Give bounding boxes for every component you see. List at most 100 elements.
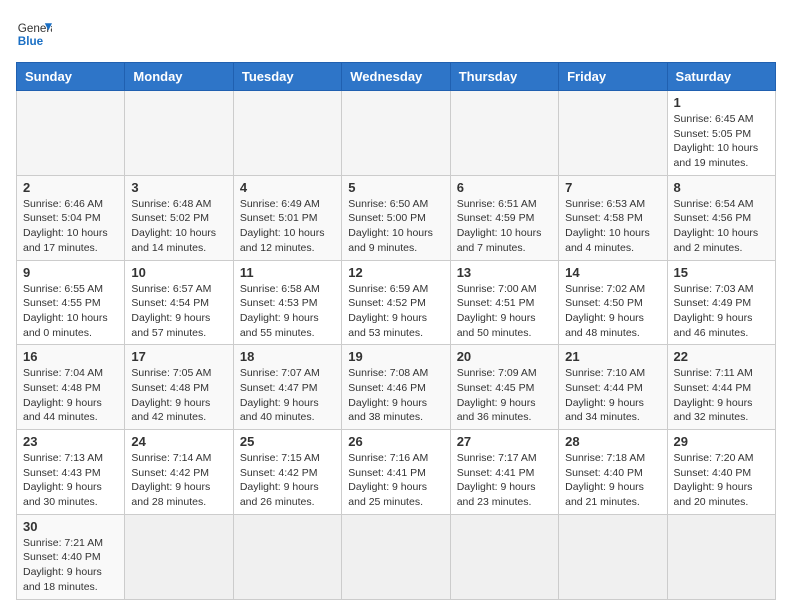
day-info: Sunrise: 6:48 AM Sunset: 5:02 PM Dayligh… [131,197,226,256]
week-row-4: 16Sunrise: 7:04 AM Sunset: 4:48 PM Dayli… [17,345,776,430]
day-cell: 20Sunrise: 7:09 AM Sunset: 4:45 PM Dayli… [450,345,558,430]
day-info: Sunrise: 7:08 AM Sunset: 4:46 PM Dayligh… [348,366,443,425]
day-number: 19 [348,349,443,364]
day-number: 16 [23,349,118,364]
day-number: 2 [23,180,118,195]
day-cell: 2 Sunrise: 6:46 AM Sunset: 5:04 PM Daylig… [17,175,125,260]
day-cell: 7Sunrise: 6:53 AM Sunset: 4:58 PM Daylig… [559,175,667,260]
day-number: 24 [131,434,226,449]
day-cell [125,91,233,176]
day-number: 14 [565,265,660,280]
day-info: Sunrise: 6:46 AM Sunset: 5:04 PM Dayligh… [23,197,118,256]
day-number: 21 [565,349,660,364]
day-cell: 6Sunrise: 6:51 AM Sunset: 4:59 PM Daylig… [450,175,558,260]
day-cell: 1Sunrise: 6:45 AM Sunset: 5:05 PM Daylig… [667,91,775,176]
day-cell: 3 Sunrise: 6:48 AM Sunset: 5:02 PM Daylig… [125,175,233,260]
week-row-5: 23 Sunrise: 7:13 AM Sunset: 4:43 PM Dayli… [17,430,776,515]
day-cell [342,91,450,176]
day-cell [559,91,667,176]
day-cell: 18 Sunrise: 7:07 AM Sunset: 4:47 PM Dayli… [233,345,341,430]
day-number: 28 [565,434,660,449]
day-cell: 12Sunrise: 6:59 AM Sunset: 4:52 PM Dayli… [342,260,450,345]
day-cell [450,91,558,176]
day-info: Sunrise: 7:20 AM Sunset: 4:40 PM Dayligh… [674,451,769,510]
day-number: 29 [674,434,769,449]
day-number: 9 [23,265,118,280]
day-cell: 11 Sunrise: 6:58 AM Sunset: 4:53 PM Dayli… [233,260,341,345]
calendar-table: SundayMondayTuesdayWednesdayThursdayFrid… [16,62,776,600]
day-info: Sunrise: 7:00 AM Sunset: 4:51 PM Dayligh… [457,282,552,341]
day-cell: 15Sunrise: 7:03 AM Sunset: 4:49 PM Dayli… [667,260,775,345]
day-info: Sunrise: 7:16 AM Sunset: 4:41 PM Dayligh… [348,451,443,510]
weekday-header-saturday: Saturday [667,63,775,91]
day-cell: 17 Sunrise: 7:05 AM Sunset: 4:48 PM Dayli… [125,345,233,430]
day-number: 23 [23,434,118,449]
logo: General Blue [16,16,52,52]
weekday-header-tuesday: Tuesday [233,63,341,91]
day-cell: 21 Sunrise: 7:10 AM Sunset: 4:44 PM Dayli… [559,345,667,430]
day-cell [125,514,233,599]
day-number: 18 [240,349,335,364]
day-cell [17,91,125,176]
day-number: 10 [131,265,226,280]
day-cell: 27Sunrise: 7:17 AM Sunset: 4:41 PM Dayli… [450,430,558,515]
day-cell [450,514,558,599]
day-info: Sunrise: 6:57 AM Sunset: 4:54 PM Dayligh… [131,282,226,341]
weekday-header-thursday: Thursday [450,63,558,91]
day-number: 4 [240,180,335,195]
day-number: 11 [240,265,335,280]
day-info: Sunrise: 7:02 AM Sunset: 4:50 PM Dayligh… [565,282,660,341]
week-row-2: 2 Sunrise: 6:46 AM Sunset: 5:04 PM Daylig… [17,175,776,260]
day-cell [667,514,775,599]
day-cell: 4 Sunrise: 6:49 AM Sunset: 5:01 PM Daylig… [233,175,341,260]
weekday-header-sunday: Sunday [17,63,125,91]
day-number: 22 [674,349,769,364]
day-info: Sunrise: 6:45 AM Sunset: 5:05 PM Dayligh… [674,112,769,171]
day-number: 30 [23,519,118,534]
header: General Blue [16,16,776,52]
weekday-header-wednesday: Wednesday [342,63,450,91]
day-number: 7 [565,180,660,195]
weekday-header-friday: Friday [559,63,667,91]
day-cell: 30Sunrise: 7:21 AM Sunset: 4:40 PM Dayli… [17,514,125,599]
day-info: Sunrise: 7:05 AM Sunset: 4:48 PM Dayligh… [131,366,226,425]
day-info: Sunrise: 7:09 AM Sunset: 4:45 PM Dayligh… [457,366,552,425]
day-cell: 9Sunrise: 6:55 AM Sunset: 4:55 PM Daylig… [17,260,125,345]
logo-icon: General Blue [16,16,52,52]
day-number: 25 [240,434,335,449]
day-number: 17 [131,349,226,364]
svg-text:Blue: Blue [18,35,44,48]
day-info: Sunrise: 7:18 AM Sunset: 4:40 PM Dayligh… [565,451,660,510]
day-cell: 8Sunrise: 6:54 AM Sunset: 4:56 PM Daylig… [667,175,775,260]
day-cell: 16Sunrise: 7:04 AM Sunset: 4:48 PM Dayli… [17,345,125,430]
day-info: Sunrise: 7:13 AM Sunset: 4:43 PM Dayligh… [23,451,118,510]
day-cell: 5 Sunrise: 6:50 AM Sunset: 5:00 PM Daylig… [342,175,450,260]
day-cell: 22Sunrise: 7:11 AM Sunset: 4:44 PM Dayli… [667,345,775,430]
day-info: Sunrise: 7:14 AM Sunset: 4:42 PM Dayligh… [131,451,226,510]
day-cell [233,91,341,176]
day-info: Sunrise: 7:10 AM Sunset: 4:44 PM Dayligh… [565,366,660,425]
day-number: 3 [131,180,226,195]
week-row-3: 9Sunrise: 6:55 AM Sunset: 4:55 PM Daylig… [17,260,776,345]
day-cell: 23 Sunrise: 7:13 AM Sunset: 4:43 PM Dayli… [17,430,125,515]
day-cell: 26 Sunrise: 7:16 AM Sunset: 4:41 PM Dayli… [342,430,450,515]
day-info: Sunrise: 6:50 AM Sunset: 5:00 PM Dayligh… [348,197,443,256]
day-cell: 25Sunrise: 7:15 AM Sunset: 4:42 PM Dayli… [233,430,341,515]
week-row-6: 30Sunrise: 7:21 AM Sunset: 4:40 PM Dayli… [17,514,776,599]
weekday-header-monday: Monday [125,63,233,91]
day-info: Sunrise: 7:07 AM Sunset: 4:47 PM Dayligh… [240,366,335,425]
day-number: 26 [348,434,443,449]
day-cell: 24 Sunrise: 7:14 AM Sunset: 4:42 PM Dayli… [125,430,233,515]
day-info: Sunrise: 6:49 AM Sunset: 5:01 PM Dayligh… [240,197,335,256]
day-cell [559,514,667,599]
day-cell: 14 Sunrise: 7:02 AM Sunset: 4:50 PM Dayli… [559,260,667,345]
day-cell: 13 Sunrise: 7:00 AM Sunset: 4:51 PM Dayli… [450,260,558,345]
day-info: Sunrise: 7:03 AM Sunset: 4:49 PM Dayligh… [674,282,769,341]
day-info: Sunrise: 6:59 AM Sunset: 4:52 PM Dayligh… [348,282,443,341]
day-number: 6 [457,180,552,195]
day-info: Sunrise: 6:58 AM Sunset: 4:53 PM Dayligh… [240,282,335,341]
day-cell: 19 Sunrise: 7:08 AM Sunset: 4:46 PM Dayli… [342,345,450,430]
day-number: 13 [457,265,552,280]
weekday-header-row: SundayMondayTuesdayWednesdayThursdayFrid… [17,63,776,91]
day-number: 5 [348,180,443,195]
